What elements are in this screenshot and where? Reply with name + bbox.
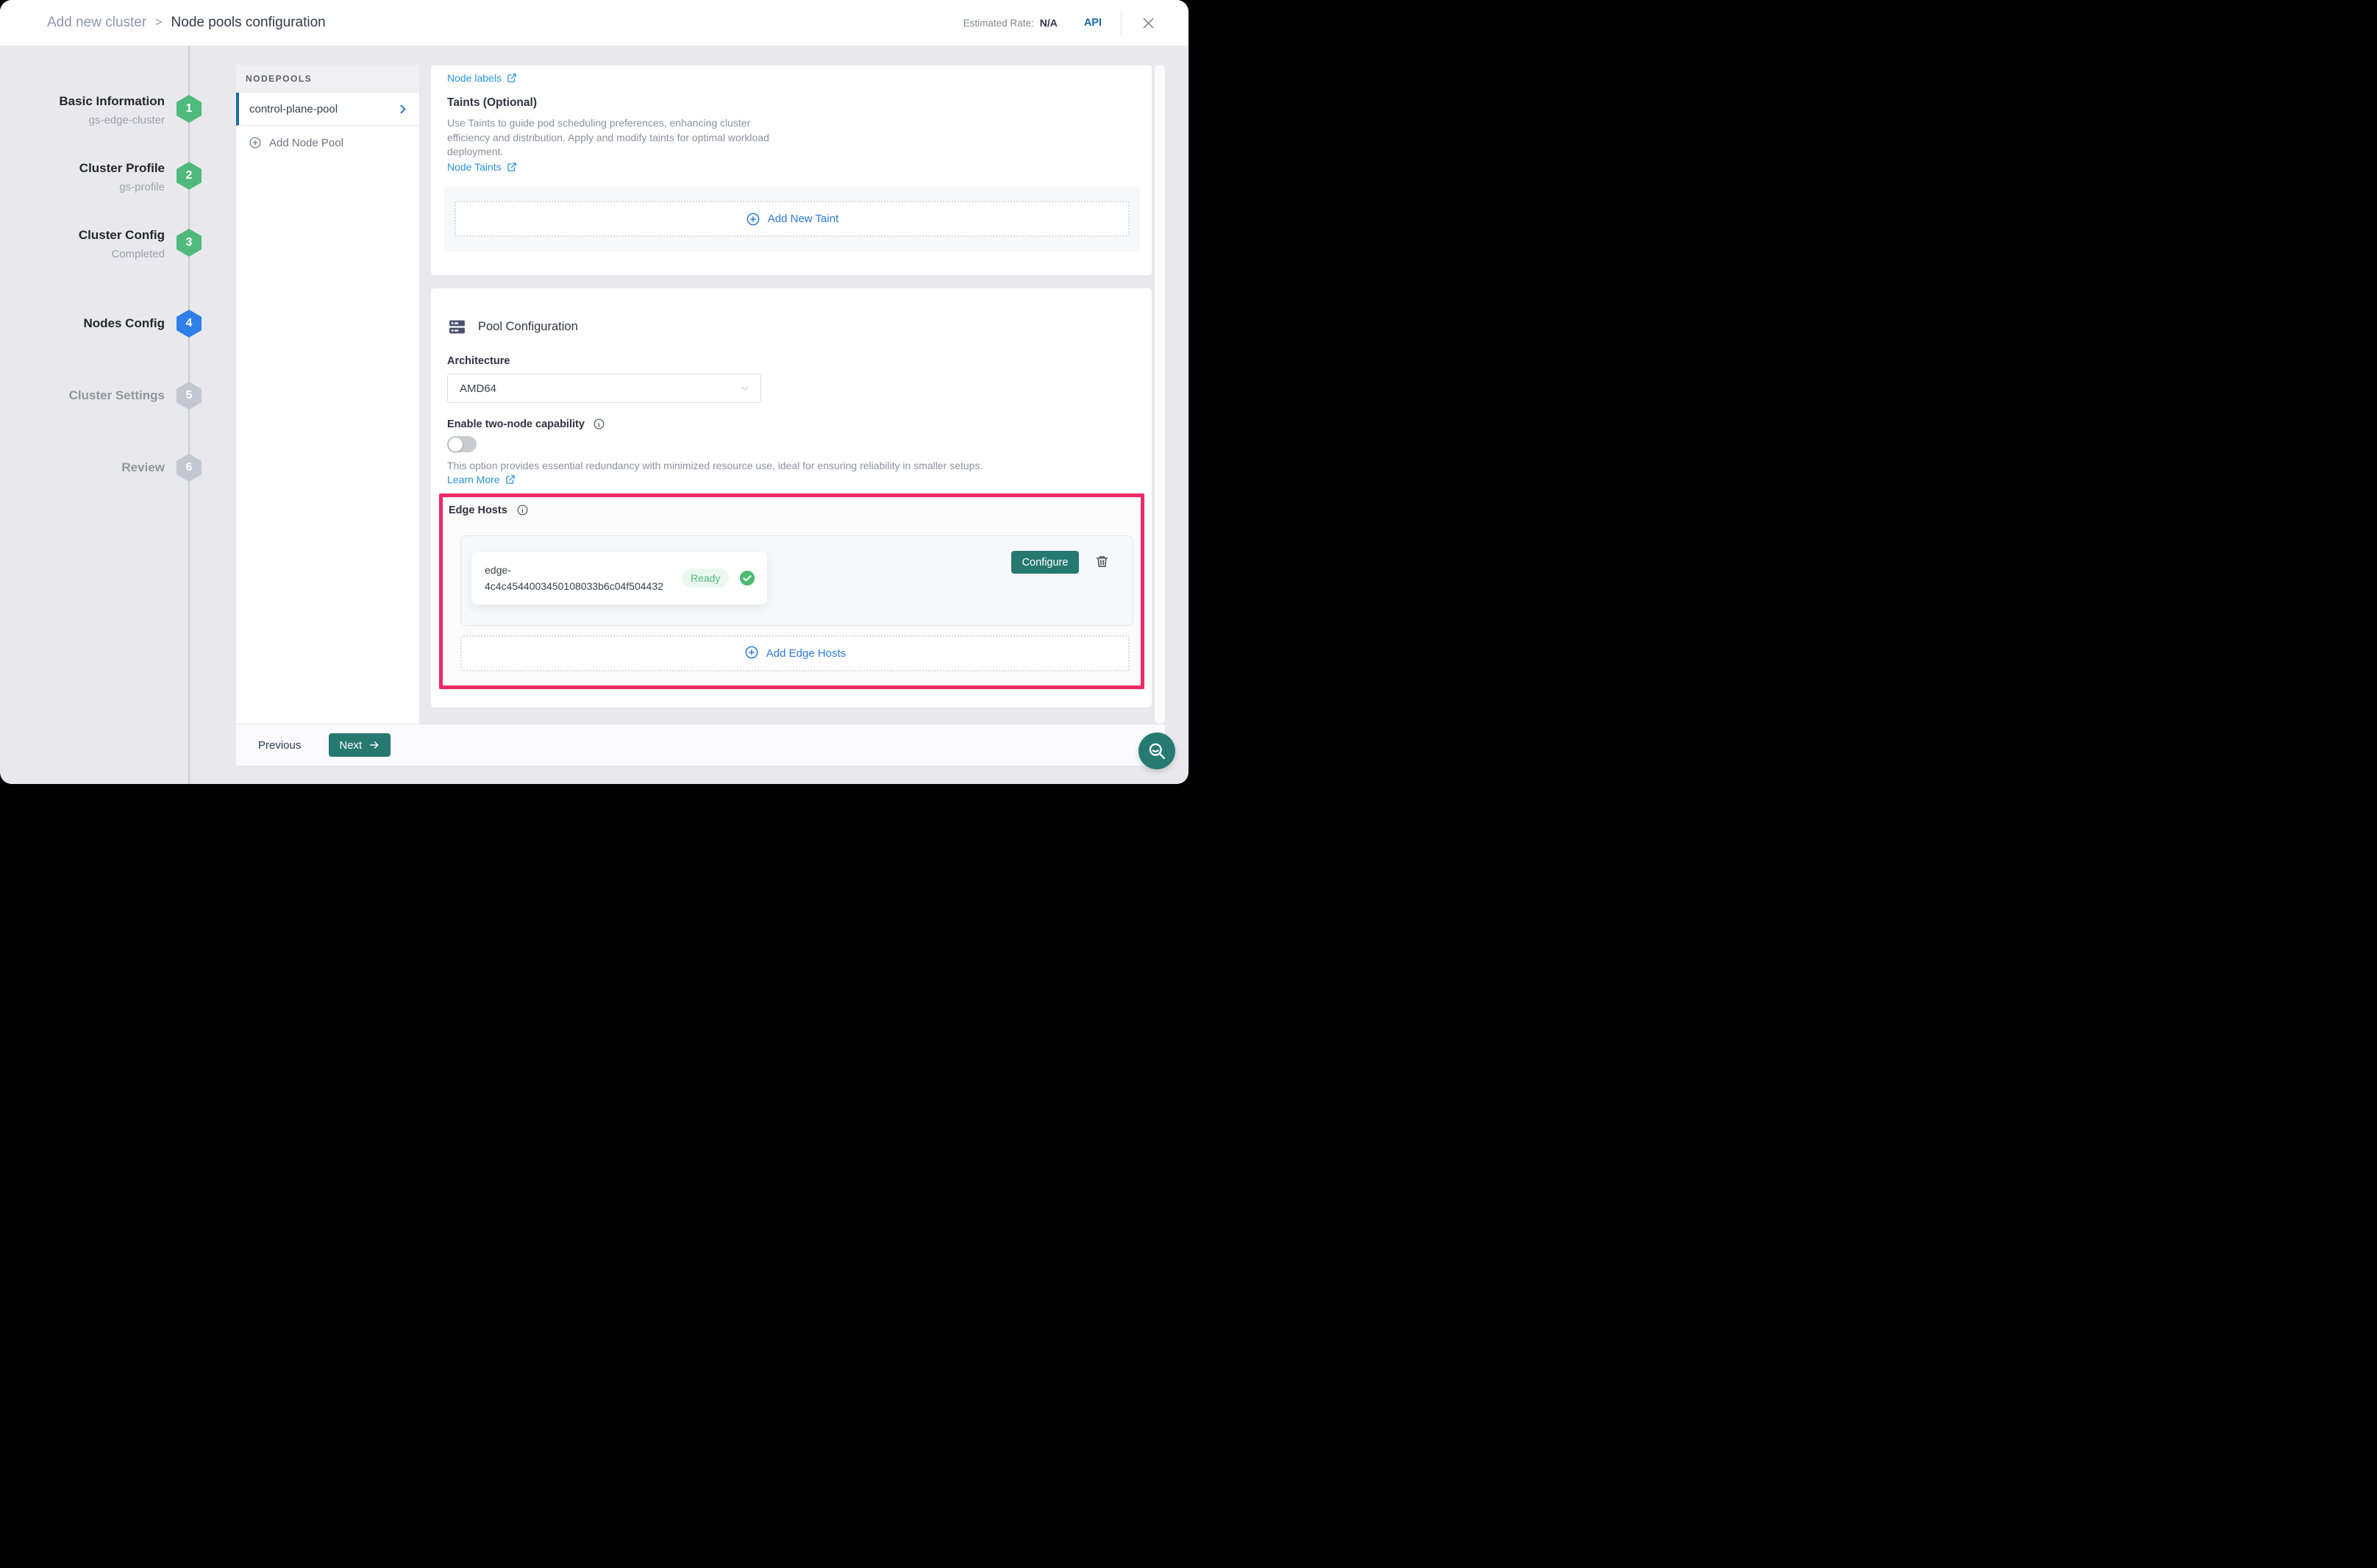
next-button-label: Next bbox=[339, 739, 362, 752]
breadcrumb-separator: > bbox=[155, 16, 162, 29]
add-node-pool-label: Add Node Pool bbox=[269, 137, 343, 149]
step-title: Nodes Config bbox=[0, 316, 165, 331]
chevron-right-icon bbox=[396, 103, 409, 115]
taints-card: Node labels Taints (Optional) Use Taints… bbox=[430, 65, 1152, 276]
external-link-icon bbox=[507, 162, 517, 172]
step-title: Cluster Config bbox=[0, 227, 165, 243]
plus-circle-icon bbox=[249, 136, 262, 149]
pool-configuration-title: Pool Configuration bbox=[478, 320, 578, 334]
stepper-step-review[interactable]: Review bbox=[0, 460, 165, 475]
server-stack-icon bbox=[447, 318, 467, 336]
step-hexagon-4: 4 bbox=[177, 310, 202, 338]
step-hexagon-2: 2 bbox=[177, 162, 202, 190]
stepper-step-cluster-profile[interactable]: Cluster Profile gs-profile bbox=[0, 160, 165, 194]
learn-more-link[interactable]: Learn More bbox=[447, 474, 516, 485]
step-hexagon-5: 5 bbox=[177, 382, 202, 410]
stepper-step-cluster-settings[interactable]: Cluster Settings bbox=[0, 388, 165, 403]
architecture-label: Architecture bbox=[447, 355, 510, 367]
nodepools-panel: NODEPOOLS control-plane-pool Add Node Po… bbox=[236, 65, 419, 724]
estimated-rate-label: Estimated Rate: bbox=[963, 18, 1034, 29]
step-hexagon-3: 3 bbox=[177, 229, 202, 257]
help-search-button[interactable] bbox=[1138, 733, 1175, 769]
add-edge-hosts-button[interactable]: Add Edge Hosts bbox=[460, 635, 1130, 671]
wizard-header: Add new cluster > Node pools configurati… bbox=[0, 0, 1188, 46]
previous-button[interactable]: Previous bbox=[258, 739, 301, 752]
taints-list-zone: Add New Taint bbox=[444, 187, 1140, 252]
step-hexagon-1: 1 bbox=[177, 95, 202, 123]
plus-circle-icon bbox=[746, 212, 760, 227]
node-taints-link[interactable]: Node Taints bbox=[447, 161, 517, 173]
breadcrumb-parent[interactable]: Add new cluster bbox=[47, 15, 146, 31]
edge-host-name: edge-4c4c4544003450108033b6c04f504432 bbox=[485, 562, 680, 594]
stepper-line bbox=[188, 46, 190, 784]
wizard-stepper: Basic Information gs-edge-cluster Cluste… bbox=[0, 46, 213, 784]
two-node-label: Enable two-node capability bbox=[447, 418, 585, 430]
edge-host-card[interactable]: edge-4c4c4544003450108033b6c04f504432 Re… bbox=[471, 552, 767, 605]
nodepool-name: control-plane-pool bbox=[239, 103, 338, 115]
stepper-step-basic-information[interactable]: Basic Information gs-edge-cluster bbox=[0, 93, 165, 127]
wizard-footer: Previous Next bbox=[236, 724, 1165, 766]
node-labels-link[interactable]: Node labels bbox=[447, 72, 517, 84]
arrow-right-icon bbox=[368, 739, 380, 751]
node-labels-link-label: Node labels bbox=[447, 72, 502, 84]
add-cluster-wizard-window: Add new cluster > Node pools configurati… bbox=[0, 0, 1188, 784]
plus-circle-icon bbox=[744, 645, 759, 663]
step-title: Review bbox=[0, 460, 165, 475]
add-node-pool-button[interactable]: Add Node Pool bbox=[236, 126, 419, 160]
learn-more-label: Learn More bbox=[447, 474, 500, 485]
architecture-select[interactable]: AMD64 bbox=[447, 374, 761, 403]
taints-heading: Taints (Optional) bbox=[447, 96, 537, 110]
add-new-taint-button[interactable]: Add New Taint bbox=[455, 201, 1130, 237]
step-subtitle: gs-profile bbox=[0, 180, 165, 194]
magnifier-smile-icon bbox=[1147, 741, 1167, 761]
edge-hosts-label-row: Edge Hosts bbox=[449, 504, 529, 516]
pool-configuration-header: Pool Configuration bbox=[447, 318, 578, 336]
external-link-icon bbox=[507, 73, 517, 83]
breadcrumb-current: Node pools configuration bbox=[171, 15, 326, 31]
stepper-step-cluster-config[interactable]: Cluster Config Completed bbox=[0, 227, 165, 261]
edge-hosts-highlight-zone: Edge Hosts edge-4c4c4544003450108033b6c0… bbox=[439, 493, 1144, 689]
stepper-step-nodes-config[interactable]: Nodes Config bbox=[0, 316, 165, 331]
trash-icon[interactable] bbox=[1095, 555, 1109, 569]
step-hexagon-6: 6 bbox=[177, 454, 202, 482]
check-circle-icon bbox=[739, 570, 755, 586]
external-link-icon bbox=[505, 474, 516, 485]
header-divider bbox=[1121, 10, 1122, 35]
toggle-knob bbox=[449, 438, 463, 452]
add-new-taint-label: Add New Taint bbox=[768, 213, 838, 225]
breadcrumb: Add new cluster > Node pools configurati… bbox=[47, 15, 326, 31]
nodepool-item-control-plane-pool[interactable]: control-plane-pool bbox=[236, 93, 419, 126]
estimated-rate-value: N/A bbox=[1040, 17, 1058, 29]
header-actions: Estimated Rate: N/A API bbox=[963, 10, 1188, 35]
api-link[interactable]: API bbox=[1084, 17, 1102, 29]
chevron-down-icon bbox=[739, 382, 751, 394]
step-subtitle: Completed bbox=[0, 247, 165, 261]
info-icon[interactable] bbox=[593, 418, 605, 430]
configure-button[interactable]: Configure bbox=[1011, 551, 1079, 574]
status-badge: Ready bbox=[682, 569, 729, 588]
edge-hosts-list: edge-4c4c4544003450108033b6c04f504432 Re… bbox=[460, 535, 1133, 626]
two-node-toggle[interactable] bbox=[447, 436, 477, 452]
architecture-value: AMD64 bbox=[448, 382, 496, 395]
step-title: Basic Information bbox=[0, 93, 165, 109]
close-icon[interactable] bbox=[1141, 15, 1156, 31]
edge-hosts-label: Edge Hosts bbox=[449, 505, 507, 516]
step-title: Cluster Settings bbox=[0, 388, 165, 403]
info-icon[interactable] bbox=[516, 504, 529, 516]
node-taints-link-label: Node Taints bbox=[447, 161, 502, 173]
two-node-description: This option provides essential redundanc… bbox=[447, 460, 983, 471]
step-subtitle: gs-edge-cluster bbox=[0, 113, 165, 127]
next-button[interactable]: Next bbox=[329, 733, 391, 757]
add-edge-hosts-label: Add Edge Hosts bbox=[766, 647, 846, 660]
two-node-row: Enable two-node capability bbox=[447, 418, 605, 430]
step-title: Cluster Profile bbox=[0, 160, 165, 176]
taints-description: Use Taints to guide pod scheduling prefe… bbox=[447, 116, 790, 160]
nodepools-header: NODEPOOLS bbox=[236, 65, 419, 93]
pool-configuration-card: Pool Configuration Architecture AMD64 En… bbox=[430, 288, 1152, 708]
scrollbar-track[interactable] bbox=[1155, 65, 1165, 724]
